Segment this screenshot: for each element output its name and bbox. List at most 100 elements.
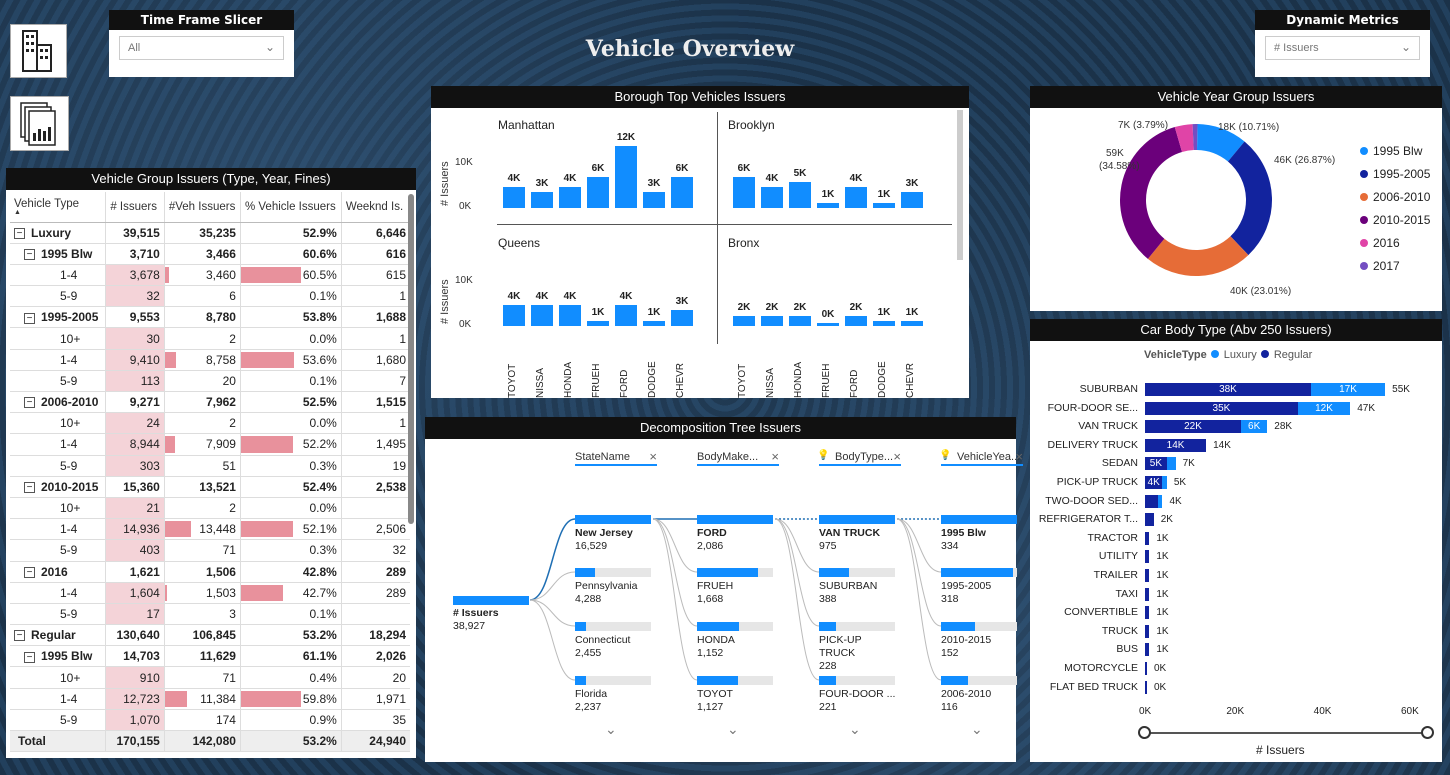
dynamic-metrics-dropdown[interactable]: # Issuers ⌄ <box>1265 36 1420 60</box>
expand-chevron-icon[interactable]: ⌄ <box>727 721 739 738</box>
bar-nissa[interactable] <box>531 305 553 326</box>
bar-dodge[interactable] <box>643 192 665 208</box>
bar-regular[interactable] <box>1145 513 1154 527</box>
matrix-header-1[interactable]: # Issuers <box>105 192 165 223</box>
row-label[interactable]: − Luxury <box>10 222 107 244</box>
bar-nissa[interactable] <box>531 192 553 208</box>
donut-slice-2010-2015[interactable] <box>1120 127 1183 259</box>
bar-dodge[interactable] <box>873 202 895 208</box>
bar-nissa[interactable] <box>761 187 783 208</box>
bar-honda[interactable] <box>559 305 581 326</box>
matrix-header-4[interactable]: Weeknd Is. <box>340 192 410 223</box>
bar-toyot[interactable] <box>733 176 755 208</box>
bar-regular[interactable] <box>1145 550 1150 564</box>
collapse-icon[interactable]: − <box>14 227 25 239</box>
bar-regular[interactable] <box>1145 606 1150 620</box>
matrix-header-3[interactable]: % Vehicle Issuers <box>239 192 342 223</box>
expand-chevron-icon[interactable]: ⌄ <box>849 721 861 738</box>
expand-chevron-icon[interactable]: ⌄ <box>971 721 983 738</box>
decomp-node[interactable]: Connecticut 2,455 <box>575 622 655 660</box>
bar-regular[interactable] <box>1145 680 1147 694</box>
decomp-node[interactable]: 1995 Blw 334 <box>941 515 1021 553</box>
decomp-node[interactable]: HONDA 1,152 <box>697 622 777 660</box>
bar-frueh[interactable] <box>587 320 609 326</box>
row-label[interactable]: −1995 Blw <box>10 645 107 668</box>
close-icon[interactable]: × <box>1015 449 1023 464</box>
decomp-root-node[interactable]: # Issuers 38,927 <box>453 596 529 633</box>
legend-regular[interactable]: Regular <box>1274 349 1313 361</box>
bar-chevr[interactable] <box>671 310 693 326</box>
bar-ford[interactable] <box>615 145 637 208</box>
range-slider-track[interactable] <box>1144 732 1428 734</box>
bar-ford[interactable] <box>845 187 867 208</box>
legend-luxury[interactable]: Luxury <box>1224 349 1257 361</box>
bar-toyot[interactable] <box>733 315 755 326</box>
bar-frueh[interactable] <box>587 176 609 208</box>
bar-regular[interactable] <box>1145 587 1150 601</box>
bar-regular[interactable] <box>1145 569 1150 582</box>
collapse-icon[interactable]: − <box>24 312 35 324</box>
collapse-icon[interactable]: − <box>24 566 35 578</box>
bar-regular[interactable] <box>1145 662 1147 675</box>
bar-chevr[interactable] <box>671 176 693 208</box>
bar-nissa[interactable] <box>761 315 783 326</box>
legend-item-2017[interactable]: 2017 <box>1360 259 1400 273</box>
decomp-node[interactable]: FORD 2,086 <box>697 515 777 553</box>
donut-slice-1995-2005[interactable] <box>1227 141 1272 256</box>
legend-item-1995 blw[interactable]: 1995 Blw <box>1360 144 1422 158</box>
donut-slice-2006-2010[interactable] <box>1147 236 1249 276</box>
bar-regular[interactable] <box>1145 494 1159 508</box>
collapse-icon[interactable]: − <box>24 651 35 663</box>
decomp-node[interactable]: PICK-UP TRUCK 228 <box>819 622 899 673</box>
report-icon-button[interactable] <box>10 96 69 151</box>
row-label[interactable]: −2016 <box>10 561 107 583</box>
matrix-scrollbar[interactable] <box>408 194 414 524</box>
decomp-node[interactable]: FOUR-DOOR ... 221 <box>819 676 899 714</box>
row-label[interactable]: −1995 Blw <box>10 243 107 265</box>
bar-honda[interactable] <box>789 182 811 208</box>
decomp-node[interactable]: FRUEH 1,668 <box>697 568 777 606</box>
decomp-node[interactable]: 2006-2010 116 <box>941 676 1021 714</box>
decomp-node[interactable]: Pennsylvania 4,288 <box>575 568 655 606</box>
decomp-node[interactable]: 1995-2005 318 <box>941 568 1021 606</box>
bar-dodge[interactable] <box>873 320 895 326</box>
row-label[interactable]: −2006-2010 <box>10 391 107 414</box>
bar-frueh[interactable] <box>817 202 839 208</box>
legend-item-2006-2010[interactable]: 2006-2010 <box>1360 190 1430 204</box>
bar-luxury[interactable] <box>1162 476 1167 489</box>
collapse-icon[interactable]: − <box>24 397 35 409</box>
row-label[interactable]: − Regular <box>10 624 107 647</box>
bar-regular[interactable] <box>1145 643 1150 657</box>
bar-luxury[interactable] <box>1166 457 1176 471</box>
matrix-header-0[interactable]: Vehicle Type ▲ <box>10 192 106 223</box>
legend-item-2016[interactable]: 2016 <box>1360 236 1400 250</box>
bar-toyot[interactable] <box>503 305 525 326</box>
bar-honda[interactable] <box>559 187 581 208</box>
collapse-icon[interactable]: − <box>24 249 35 261</box>
bar-honda[interactable] <box>789 315 811 326</box>
bar-dodge[interactable] <box>643 320 665 326</box>
bar-ford[interactable] <box>615 305 637 326</box>
decomp-node[interactable]: VAN TRUCK 975 <box>819 515 899 553</box>
matrix-header-2[interactable]: #Veh Issuers <box>163 192 241 223</box>
decomp-node[interactable]: SUBURBAN 388 <box>819 568 899 606</box>
borough-scrollbar[interactable] <box>957 110 963 260</box>
bar-chevr[interactable] <box>901 192 923 208</box>
bar-frueh[interactable] <box>817 323 839 326</box>
collapse-icon[interactable]: − <box>14 630 25 642</box>
decomp-node[interactable]: New Jersey 16,529 <box>575 515 655 553</box>
range-slider-handle-left[interactable] <box>1138 726 1151 739</box>
decomp-node[interactable]: TOYOT 1,127 <box>697 676 777 714</box>
decomp-node[interactable]: 2010-2015 152 <box>941 622 1021 660</box>
building-icon-button[interactable] <box>10 24 67 78</box>
legend-item-1995-2005[interactable]: 1995-2005 <box>1360 167 1430 181</box>
legend-item-2010-2015[interactable]: 2010-2015 <box>1360 213 1430 227</box>
bar-regular[interactable] <box>1145 624 1150 638</box>
decomp-node[interactable]: Florida 2,237 <box>575 676 655 714</box>
bar-chevr[interactable] <box>901 320 923 326</box>
bar-luxury[interactable] <box>1158 494 1163 508</box>
bar-toyot[interactable] <box>503 187 525 208</box>
row-label[interactable]: −1995-2005 <box>10 306 107 329</box>
bar-ford[interactable] <box>845 315 867 326</box>
expand-chevron-icon[interactable]: ⌄ <box>605 721 617 738</box>
